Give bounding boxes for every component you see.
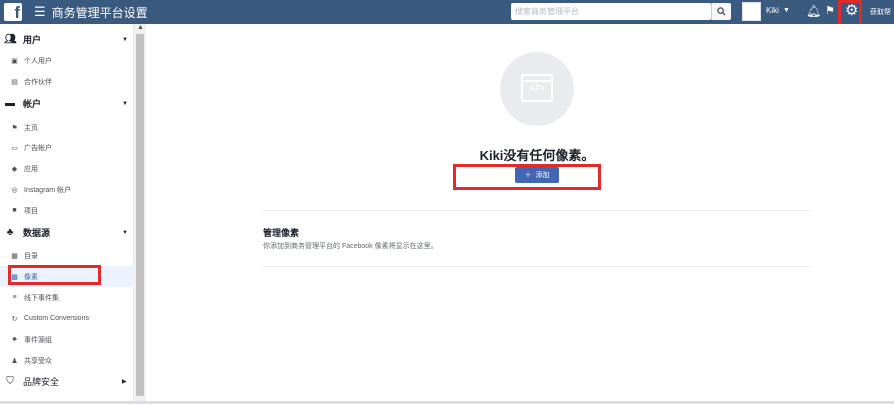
divider bbox=[263, 210, 811, 211]
sidebar-item-event-source-groups[interactable]: ♣ 事件源组 bbox=[0, 329, 134, 350]
manage-pixels-title: 管理像素 bbox=[263, 228, 300, 238]
folder-icon: ■ bbox=[12, 207, 17, 214]
data-sources-icon: ♣ bbox=[6, 227, 14, 238]
users-icon: 👥︎ bbox=[4, 34, 17, 45]
sidebar-scrollbar[interactable]: ▲ bbox=[134, 24, 146, 404]
sidebar: 👥︎ 用户 ▼ ▣ 个人用户 ▤ 合作伙伴 ▬ 帐户 ▼ ⚑ 主页 ▭ 广告帐户… bbox=[0, 24, 134, 404]
chevron-right-icon: ▶ bbox=[122, 379, 127, 385]
code-browser-icon: </> bbox=[521, 74, 553, 102]
shield-icon: ⛉ bbox=[6, 376, 14, 387]
shared-audience-icon: ♟ bbox=[11, 357, 18, 365]
ad-account-icon: ▭ bbox=[11, 144, 18, 152]
sidebar-item-projects[interactable]: ■ 项目 bbox=[0, 200, 134, 221]
chevron-down-icon: ▼ bbox=[122, 36, 128, 43]
grid-icon: ▦ bbox=[11, 252, 18, 260]
sidebar-item-instagram[interactable]: ◎ Instagram 帐户 bbox=[0, 179, 134, 200]
help-link[interactable]: 获取帮 bbox=[870, 7, 891, 17]
sidebar-item-people[interactable]: ▣ 个人用户 bbox=[0, 50, 134, 71]
scroll-up-icon[interactable]: ▲ bbox=[137, 24, 144, 31]
manage-pixels-description: 你添加到商务管理平台的 Facebook 像素将显示在这里。 bbox=[263, 243, 438, 250]
search-icon bbox=[717, 7, 726, 16]
cube-icon: ◆ bbox=[11, 165, 18, 173]
app-title: 商务管理平台设置 bbox=[51, 5, 148, 20]
bell-icon[interactable]: 🔔︎ bbox=[806, 4, 821, 18]
flag-icon[interactable]: ⚑ bbox=[825, 4, 835, 17]
flag-icon: ⚑ bbox=[11, 124, 18, 132]
sidebar-item-partners[interactable]: ▤ 合作伙伴 bbox=[0, 71, 134, 92]
empty-state-headline: Kiki没有任何像素。 bbox=[479, 148, 595, 163]
sidebar-item-shared-audiences[interactable]: ♟ 共享受众 bbox=[0, 350, 134, 371]
sidebar-item-custom-conversions[interactable]: ↻ Custom Conversions bbox=[0, 308, 134, 329]
search-input[interactable]: 搜索商务管理平台 bbox=[511, 3, 711, 20]
stack-icon: ≡ bbox=[12, 294, 17, 301]
group-icon: ♣ bbox=[12, 336, 17, 343]
menu-icon[interactable]: ☰ bbox=[34, 4, 46, 20]
avatar[interactable] bbox=[742, 2, 761, 21]
scrollbar-thumb[interactable] bbox=[136, 34, 144, 396]
chevron-down-icon[interactable]: ▼ bbox=[783, 7, 790, 14]
sidebar-section-accounts[interactable]: ▬ 帐户 ▼ bbox=[0, 93, 134, 114]
sidebar-item-catalogs[interactable]: ▦ 目录 bbox=[0, 245, 134, 266]
instagram-icon: ◎ bbox=[11, 186, 18, 194]
facebook-logo-icon[interactable] bbox=[4, 3, 22, 23]
sidebar-item-ad-accounts[interactable]: ▭ 广告帐户 bbox=[0, 137, 134, 158]
profile-name[interactable]: Kiki bbox=[766, 6, 779, 15]
chevron-down-icon: ▼ bbox=[122, 229, 128, 236]
sidebar-section-users[interactable]: 👥︎ 用户 ▼ bbox=[0, 29, 134, 50]
archive-icon: ▬ bbox=[5, 98, 15, 109]
sidebar-item-apps[interactable]: ◆ 应用 bbox=[0, 158, 134, 179]
sidebar-item-offline-event-sets[interactable]: ≡ 线下事件集 bbox=[0, 287, 134, 308]
sidebar-section-brand-safety[interactable]: ⛉ 品牌安全 ▶ bbox=[0, 371, 134, 392]
divider bbox=[263, 266, 811, 267]
refresh-icon: ↻ bbox=[11, 315, 18, 323]
sidebar-section-data-sources[interactable]: ♣ 数据源 ▼ bbox=[0, 222, 134, 243]
chevron-down-icon: ▼ bbox=[122, 100, 128, 107]
person-card-icon: ▣ bbox=[11, 57, 18, 65]
highlight-box-pixels bbox=[8, 265, 101, 285]
search-button[interactable] bbox=[711, 3, 731, 20]
highlight-box-add bbox=[453, 164, 601, 190]
sidebar-item-pages[interactable]: ⚑ 主页 bbox=[0, 117, 134, 138]
briefcase-icon: ▤ bbox=[11, 78, 18, 86]
